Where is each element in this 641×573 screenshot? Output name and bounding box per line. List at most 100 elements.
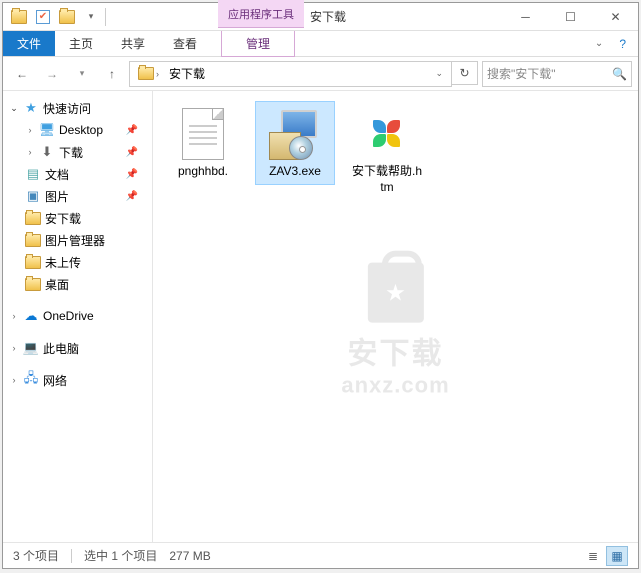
file-item[interactable]: ZAV3.exe: [255, 101, 335, 185]
tree-label: 下载: [59, 144, 83, 161]
download-icon: ⬇: [39, 144, 55, 160]
ribbon-tab-view[interactable]: 查看: [159, 31, 211, 56]
tree-label: 此电脑: [43, 340, 79, 357]
titlebar: ✔ ▾ 应用程序工具 安下载 ─ ☐ ✕: [3, 3, 638, 31]
close-button[interactable]: ✕: [593, 3, 638, 31]
status-item-count: 3 个项目: [13, 547, 59, 564]
file-doc-icon: [175, 106, 231, 162]
file-item[interactable]: 安下载帮助.htm: [347, 101, 427, 200]
tree-item-folder[interactable]: 安下载: [3, 207, 152, 229]
tree-arrow-icon[interactable]: ⌄: [9, 103, 19, 114]
ribbon-expand-icon[interactable]: ⌄: [587, 31, 611, 56]
tree-arrow-icon[interactable]: ›: [9, 343, 19, 353]
search-icon: 🔍: [612, 67, 627, 81]
tree-arrow-icon[interactable]: ›: [25, 125, 35, 135]
tree-item-folder[interactable]: 图片管理器: [3, 229, 152, 251]
tree-arrow-icon[interactable]: ›: [25, 147, 35, 157]
cloud-icon: ☁: [23, 308, 39, 324]
tree-label: 文档: [45, 166, 69, 183]
desktop-icon: 🖥: [39, 122, 55, 138]
tree-item-pictures[interactable]: ▣图片 📌: [3, 185, 152, 207]
status-bar: 3 个项目 选中 1 个项目 277 MB ≣ ▦: [3, 542, 638, 568]
breadcrumb-dropdown-icon[interactable]: ⌄: [431, 68, 447, 79]
tree-arrow-icon[interactable]: ›: [9, 375, 19, 385]
file-name: pnghhbd.: [178, 164, 228, 180]
picture-icon: ▣: [25, 188, 41, 204]
file-item[interactable]: pnghhbd.: [163, 101, 243, 185]
watermark-url: anxz.com: [341, 372, 449, 398]
file-name: 安下载帮助.htm: [352, 164, 422, 195]
search-placeholder: 搜索"安下载": [487, 65, 612, 82]
tree-label: 快速访问: [43, 100, 91, 117]
tree-label: OneDrive: [43, 309, 94, 323]
watermark-text: 安下载: [347, 328, 443, 372]
tree-label: 桌面: [45, 276, 69, 293]
ribbon-tab-home[interactable]: 主页: [55, 31, 107, 56]
tree-label: 未上传: [45, 254, 81, 271]
pin-icon: 📌: [126, 169, 138, 180]
ribbon-tab-share[interactable]: 共享: [107, 31, 159, 56]
context-tab-app-tools: 应用程序工具: [218, 0, 304, 28]
explorer-window: ✔ ▾ 应用程序工具 安下载 ─ ☐ ✕ 文件 主页 共享 查看 管理 ⌄ ? …: [2, 2, 639, 569]
view-details-button[interactable]: ≣: [582, 546, 604, 566]
qat-properties-icon[interactable]: ✔: [33, 7, 53, 27]
tree-this-pc[interactable]: › 💻此电脑: [3, 337, 152, 359]
file-name: ZAV3.exe: [269, 164, 321, 180]
folder-icon: [25, 278, 41, 291]
folder-icon: [25, 212, 41, 225]
breadcrumb-root-icon[interactable]: ›: [134, 62, 163, 86]
nav-back-button[interactable]: ←: [9, 61, 35, 87]
folder-icon: [25, 256, 41, 269]
breadcrumb-segment[interactable]: 安下载: [165, 62, 209, 86]
qat-dropdown-icon[interactable]: ▾: [81, 7, 101, 27]
tree-arrow-icon[interactable]: ›: [9, 311, 19, 321]
file-htm-icon: [359, 106, 415, 162]
separator: [105, 8, 106, 26]
minimize-button[interactable]: ─: [503, 3, 548, 31]
breadcrumb[interactable]: › 安下载 ⌄: [129, 61, 452, 87]
ribbon-help-icon[interactable]: ?: [611, 31, 634, 56]
body: ⌄ ★ 快速访问 › 🖥 Desktop 📌 › ⬇下载 📌 ▤文档 📌 ▣图片 📌 安下载 …: [3, 91, 638, 542]
address-bar-row: ← → ▾ ↑ › 安下载 ⌄ ↻ 搜索"安下载" 🔍: [3, 57, 638, 91]
window-title: 安下载: [310, 8, 346, 25]
ribbon-tab-manage[interactable]: 管理: [221, 31, 295, 57]
tree-item-folder[interactable]: 桌面: [3, 273, 152, 295]
separator: [71, 549, 72, 563]
computer-icon: 💻: [23, 340, 39, 356]
star-icon: ★: [23, 100, 39, 116]
file-list-pane[interactable]: 安下载 anxz.com pnghhbd. ZAV3.exe 安下载帮助: [153, 91, 638, 542]
ribbon-tab-file[interactable]: 文件: [3, 31, 55, 56]
tree-label: 图片管理器: [45, 232, 105, 249]
breadcrumb-label: 安下载: [169, 65, 205, 82]
nav-forward-button[interactable]: →: [39, 61, 65, 87]
tree-label: Desktop: [59, 123, 103, 137]
status-size: 277 MB: [169, 549, 210, 563]
pin-icon: 📌: [126, 125, 138, 136]
tree-label: 图片: [45, 188, 69, 205]
document-icon: ▤: [25, 166, 41, 182]
app-folder-icon[interactable]: [9, 7, 29, 27]
ribbon-tabs: 文件 主页 共享 查看 管理 ⌄ ?: [3, 31, 638, 57]
tree-item-downloads[interactable]: ›⬇下载📌: [3, 141, 152, 163]
nav-recent-dropdown[interactable]: ▾: [69, 61, 95, 87]
tree-item-folder[interactable]: 未上传: [3, 251, 152, 273]
tree-onedrive[interactable]: › ☁ OneDrive: [3, 305, 152, 327]
view-large-icons-button[interactable]: ▦: [606, 546, 628, 566]
tree-quick-access[interactable]: ⌄ ★ 快速访问: [3, 97, 152, 119]
file-exe-icon: [267, 106, 323, 162]
qat-newfolder-icon[interactable]: [57, 7, 77, 27]
nav-up-button[interactable]: ↑: [99, 61, 125, 87]
tree-network[interactable]: › 🖧网络: [3, 369, 152, 391]
maximize-button[interactable]: ☐: [548, 3, 593, 31]
tree-label: 安下载: [45, 210, 81, 227]
nav-pane: ⌄ ★ 快速访问 ›🖥Desktop📌 ›⬇下载📌 ▤文档📌 ▣图片📌 安下载 …: [3, 91, 153, 542]
tree-label: 网络: [43, 372, 67, 389]
folder-icon: [25, 234, 41, 247]
tree-item-desktop[interactable]: › 🖥 Desktop 📌: [3, 119, 152, 141]
refresh-button[interactable]: ↻: [452, 61, 478, 85]
pin-icon: 📌: [126, 191, 138, 202]
network-icon: 🖧: [23, 372, 39, 388]
search-input[interactable]: 搜索"安下载" 🔍: [482, 61, 632, 87]
watermark: 安下载 anxz.com: [341, 262, 449, 398]
tree-item-documents[interactable]: ▤文档 📌: [3, 163, 152, 185]
